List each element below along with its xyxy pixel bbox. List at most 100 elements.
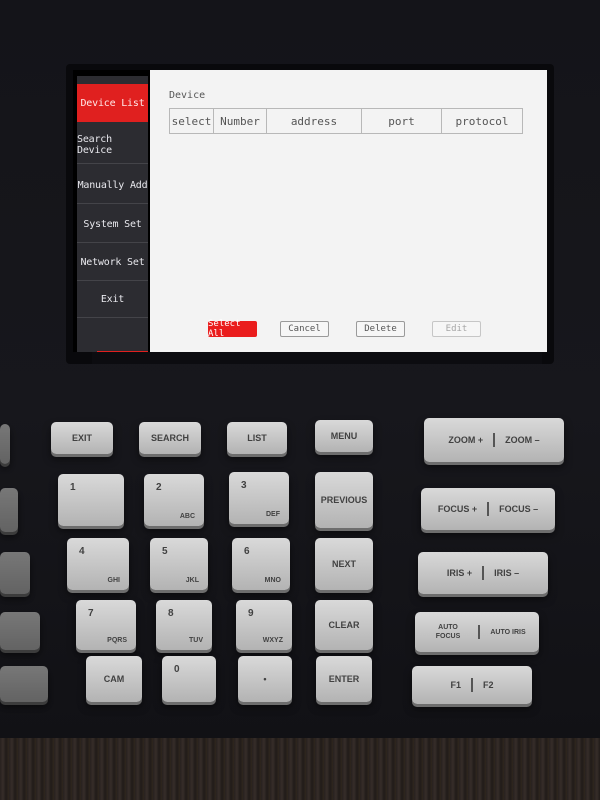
letters-label: WXYZ: [262, 637, 283, 644]
list-key[interactable]: LIST: [227, 422, 287, 454]
digit-9-key[interactable]: 9 WXYZ: [236, 600, 292, 650]
sidebar-item-label: Search Device: [77, 134, 112, 156]
sidebar-item-search-device[interactable]: Search Device: [77, 126, 148, 164]
delete-button[interactable]: Delete: [356, 321, 405, 337]
enter-key-label: ENTER: [328, 674, 360, 684]
digit-2-key[interactable]: 2 ABC: [144, 474, 204, 526]
clear-key[interactable]: CLEAR: [315, 600, 373, 650]
previous-key[interactable]: PREVIOUS: [315, 472, 373, 528]
divider: [77, 203, 148, 204]
auto-iris-label: AUTO IRIS: [490, 628, 526, 636]
edit-button[interactable]: Edit: [432, 321, 481, 337]
partial-key[interactable]: [0, 488, 18, 532]
focus-key[interactable]: FOCUS + FOCUS –: [421, 488, 555, 530]
next-key[interactable]: NEXT: [315, 538, 373, 590]
letters-label: JKL: [185, 577, 199, 584]
digit-3-key[interactable]: 3 DEF: [229, 472, 289, 524]
letters-label: GHI: [107, 577, 120, 584]
column-header-protocol[interactable]: protocol: [442, 109, 522, 133]
menu-key-label: MENU: [330, 431, 358, 441]
partial-key[interactable]: [0, 424, 10, 464]
clear-key-label: CLEAR: [328, 620, 360, 630]
sidebar-item-manually-add[interactable]: Manually Add: [77, 166, 148, 204]
sidebar-item-label: System Set: [83, 218, 142, 230]
lcd-screen: Device List Search Device Manually Add S…: [73, 70, 547, 352]
menu-key[interactable]: MENU: [315, 420, 373, 452]
search-key-label: SEARCH: [150, 433, 189, 443]
letters-label: DEF: [266, 511, 280, 518]
iris-key[interactable]: IRIS + IRIS –: [418, 552, 548, 594]
zoom-key[interactable]: ZOOM + ZOOM –: [424, 418, 564, 462]
sidebar-item-device-list[interactable]: Device List: [77, 84, 148, 122]
digit-0-key[interactable]: 0: [162, 656, 216, 702]
key-separator: [493, 433, 496, 447]
letters-label: TUV: [189, 637, 203, 644]
digit-1-key[interactable]: 1: [58, 474, 124, 526]
list-key-label: LIST: [247, 433, 267, 443]
sidebar-item-label: Network Set: [80, 256, 145, 268]
letters-label: MNO: [264, 577, 281, 584]
floor-background: [0, 738, 600, 800]
key-separator: [478, 625, 480, 639]
digit-4-key[interactable]: 4 GHI: [67, 538, 129, 590]
screen-lip: [92, 350, 542, 364]
digit-7-key[interactable]: 7 PQRS: [76, 600, 136, 650]
digit-label: 4: [79, 546, 85, 557]
digit-label: 0: [174, 664, 180, 675]
select-all-button[interactable]: Select All: [208, 319, 257, 339]
key-separator: [487, 502, 490, 516]
previous-key-label: PREVIOUS: [320, 495, 368, 505]
cancel-button[interactable]: Cancel: [280, 321, 329, 337]
key-separator: [471, 678, 473, 692]
panel-title: Device: [169, 90, 206, 101]
digit-5-key[interactable]: 5 JKL: [150, 538, 208, 590]
device-table-header: select Number address port protocol: [169, 108, 523, 134]
cam-key[interactable]: CAM: [86, 656, 142, 702]
cam-key-label: CAM: [103, 674, 125, 684]
dot-key-label: •: [263, 674, 267, 684]
device-panel: Device select Number address port protoc…: [150, 70, 547, 352]
digit-label: 9: [248, 608, 254, 619]
column-header-select[interactable]: select: [170, 109, 214, 133]
zoom-plus-label: ZOOM +: [448, 435, 484, 445]
sidebar-item-network-set[interactable]: Network Set: [77, 243, 148, 281]
partial-key[interactable]: [0, 666, 48, 702]
focus-minus-label: FOCUS –: [499, 504, 539, 514]
sidebar-item-exit[interactable]: Exit: [77, 280, 148, 318]
column-header-address[interactable]: address: [267, 109, 362, 133]
partial-key[interactable]: [0, 612, 40, 650]
letters-label: ABC: [179, 513, 195, 520]
zoom-minus-label: ZOOM –: [505, 435, 540, 445]
digit-label: 2: [156, 482, 162, 493]
sidebar-item-label: Exit: [100, 293, 125, 305]
dot-key[interactable]: •: [238, 656, 292, 702]
digit-label: 5: [162, 546, 168, 557]
sidebar: Device List Search Device Manually Add S…: [77, 76, 148, 352]
search-key[interactable]: SEARCH: [139, 422, 201, 454]
sidebar-item-label: Device List: [80, 97, 145, 109]
digit-label: 1: [70, 482, 76, 493]
iris-minus-label: IRIS –: [494, 568, 520, 578]
digit-label: 7: [88, 608, 94, 619]
f1-label: F1: [450, 680, 461, 690]
enter-key[interactable]: ENTER: [316, 656, 372, 702]
sidebar-item-label: Manually Add: [77, 179, 148, 191]
digit-label: 3: [241, 480, 247, 491]
digit-label: 8: [168, 608, 174, 619]
exit-key-label: EXIT: [71, 433, 92, 443]
column-header-number[interactable]: Number: [214, 109, 267, 133]
exit-key[interactable]: EXIT: [51, 422, 113, 454]
focus-plus-label: FOCUS +: [437, 504, 478, 514]
iris-plus-label: IRIS +: [446, 568, 473, 578]
partial-key[interactable]: [0, 552, 30, 594]
f1-f2-key[interactable]: F1 F2: [412, 666, 532, 704]
letters-label: PQRS: [107, 637, 127, 644]
digit-6-key[interactable]: 6 MNO: [232, 538, 290, 590]
column-header-port[interactable]: port: [362, 109, 442, 133]
auto-focus-label: AUTO FOCUS: [435, 624, 461, 640]
auto-focus-iris-key[interactable]: AUTO FOCUS AUTO IRIS: [415, 612, 539, 652]
digit-8-key[interactable]: 8 TUV: [156, 600, 212, 650]
sidebar-item-system-set[interactable]: System Set: [77, 205, 148, 243]
next-key-label: NEXT: [331, 559, 356, 569]
divider: [77, 163, 148, 164]
